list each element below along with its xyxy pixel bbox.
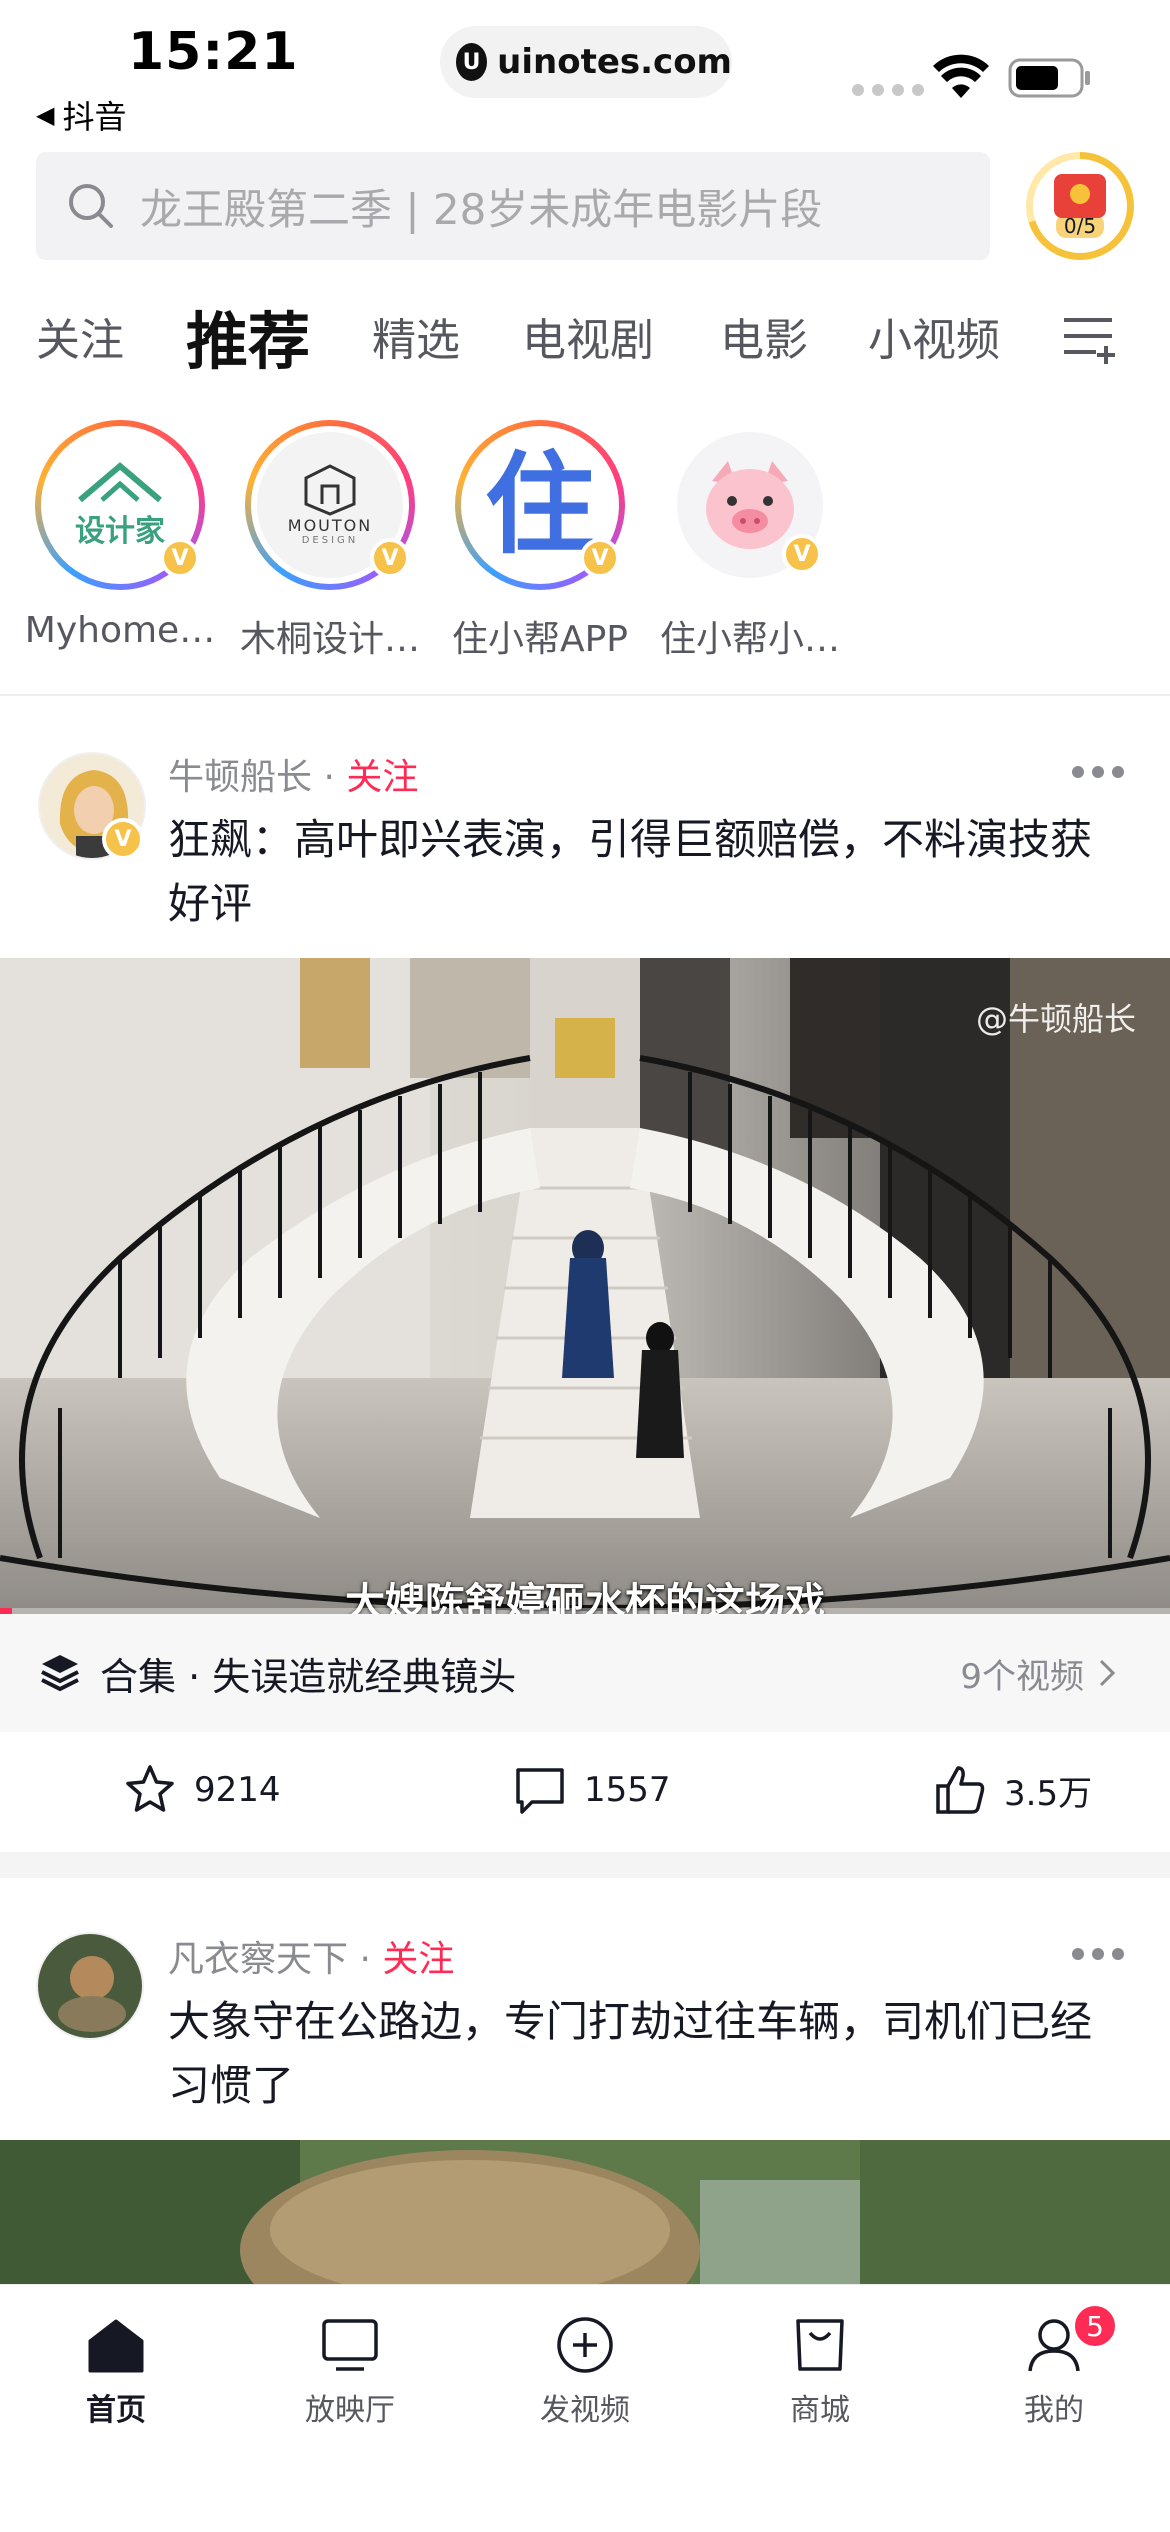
verified-badge-icon: V (580, 538, 620, 578)
verified-badge-icon: V (102, 818, 144, 860)
back-to-app-link[interactable]: ◀ 抖音 (36, 92, 126, 138)
account-name: 住小帮小… (659, 619, 840, 660)
favorite-button[interactable]: 9214 (122, 1762, 281, 1818)
search-input[interactable]: 龙王殿第二季 | 28岁未成年电影片段 (36, 152, 990, 260)
followed-account[interactable]: MOUTON DESIGN V 木桐设计… (230, 420, 430, 662)
tab-short-videos[interactable]: 小视频 (868, 304, 1048, 368)
tabbar-post-video[interactable]: 发视频 (485, 2313, 685, 2429)
bottom-tab-bar: 首页 放映厅 发视频 商城 我的 5 (0, 2284, 1170, 2532)
post-separator (0, 1852, 1170, 1878)
verified-badge-icon: V (370, 538, 410, 578)
status-time: 15:21 (128, 22, 299, 82)
status-bar: 15:21 ◀ 抖音 U uinotes.com (0, 0, 1170, 140)
section-divider (0, 694, 1170, 696)
comment-button[interactable]: 1557 (512, 1762, 671, 1818)
pig-mascot-icon (706, 461, 794, 549)
channel-menu-icon[interactable] (1060, 312, 1120, 366)
back-app-label: 抖音 (62, 98, 127, 136)
task-reward-button[interactable]: 0/5 (1026, 152, 1134, 260)
video-frame-staircase (0, 958, 1170, 1614)
account-name: 木桐设计… (239, 619, 420, 660)
tab-following[interactable]: 关注 (36, 304, 186, 368)
collection-bar[interactable]: 合集 · 失误造就经典镜头 9个视频 (0, 1614, 1170, 1732)
like-count: 3.5万 (1004, 1773, 1093, 1814)
tab-movies[interactable]: 电影 (720, 304, 868, 368)
site-logo-icon: U (456, 43, 488, 81)
followed-account[interactable]: 设计家 V Myhome… (20, 420, 220, 651)
account-name: 住小帮APP (451, 619, 629, 660)
tabbar-profile[interactable]: 我的 5 (954, 2303, 1154, 2429)
home-icon (88, 2319, 144, 2373)
tab-tv-series[interactable]: 电视剧 (522, 304, 720, 368)
tab-recommended[interactable]: 推荐 (186, 291, 372, 381)
account-name: Myhome… (24, 610, 216, 651)
search-placeholder: 龙王殿第二季 | 28岁未成年电影片段 (140, 184, 823, 234)
channel-tabs: 关注 推荐 精选 电视剧 电影 小视频 (36, 296, 1048, 378)
video-frame-roadside (0, 2140, 1170, 2290)
shopping-bag-icon (796, 2319, 844, 2371)
wifi-icon (933, 54, 989, 98)
follow-button[interactable]: 关注 (346, 757, 418, 798)
tabbar-mall[interactable]: 商城 (720, 2313, 920, 2429)
back-triangle-icon: ◀ (36, 101, 55, 129)
url-text: uinotes.com (497, 42, 732, 82)
cube-logo-icon (304, 464, 356, 516)
star-icon (126, 1765, 174, 1812)
notification-badge: 5 (1072, 2303, 1118, 2349)
post-title[interactable]: 狂飙：高叶即兴表演，引得巨额赔偿，不料演技获好评 (168, 808, 1128, 936)
author-avatar[interactable] (36, 1932, 144, 2040)
video-player[interactable]: @牛顿船长 大嫂陈舒婷砸水杯的这场戏 (0, 958, 1170, 1614)
comment-icon (516, 1768, 564, 1814)
favorite-count: 9214 (194, 1770, 281, 1810)
plus-circle-icon (557, 2317, 613, 2373)
video-player[interactable] (0, 2140, 1170, 2290)
post-title[interactable]: 大象守在公路边，专门打劫过往车辆，司机们已经习惯了 (168, 1990, 1128, 2118)
author-line: 凡衣察天下 · 关注 (168, 1939, 455, 1980)
collection-label: 合集 · 失误造就经典镜头 (100, 1654, 517, 1699)
more-options-icon[interactable] (1072, 766, 1124, 780)
tabbar-theater[interactable]: 放映厅 (250, 2313, 450, 2429)
comment-count: 1557 (584, 1770, 671, 1810)
tabbar-home[interactable]: 首页 (16, 2313, 216, 2429)
layers-icon (41, 1655, 79, 1692)
url-pill: U uinotes.com (440, 26, 732, 98)
tab-featured[interactable]: 精选 (372, 304, 522, 368)
author-name[interactable]: 凡衣察天下 (168, 1939, 348, 1980)
followed-account[interactable]: V 住小帮小… (650, 420, 850, 662)
monitor-icon (322, 2319, 378, 2371)
thumbs-up-icon (936, 1766, 985, 1814)
author-line: 牛顿船长 · 关注 (168, 757, 419, 798)
follow-button[interactable]: 关注 (382, 1939, 454, 1980)
verified-badge-icon: V (782, 534, 822, 574)
chevron-right-icon (1099, 1659, 1116, 1687)
like-button[interactable]: 3.5万 (932, 1762, 1092, 1818)
verified-badge-icon: V (160, 538, 200, 578)
cellular-signal-icon (852, 84, 924, 96)
battery-icon (1008, 58, 1090, 98)
house-logo-icon (78, 462, 162, 503)
more-options-icon[interactable] (1072, 1948, 1124, 1962)
video-watermark: @牛顿船长 (975, 1000, 1136, 1038)
post-actions: 9214 1557 3.5万 (0, 1750, 1170, 1840)
followed-accounts-row: 设计家 V Myhome… MOUTON DESIGN V 木桐设计… 住 V … (0, 420, 1170, 670)
gift-icon (1054, 174, 1106, 218)
search-icon (69, 184, 113, 228)
followed-account[interactable]: 住 V 住小帮APP (440, 420, 640, 662)
author-name[interactable]: 牛顿船长 (168, 757, 312, 798)
collection-count[interactable]: 9个视频 (960, 1649, 1116, 1698)
